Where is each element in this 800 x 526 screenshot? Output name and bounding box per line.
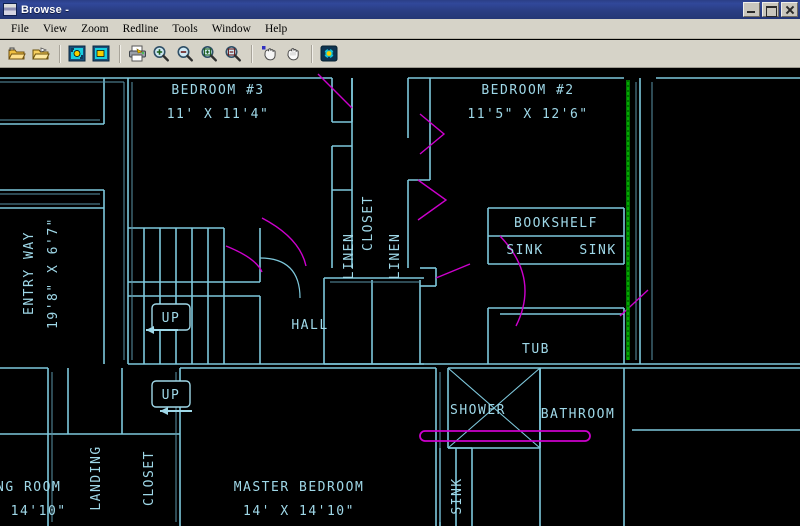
stair-up-label-bottom: UP xyxy=(162,388,181,403)
room-label-sink-left: SINK xyxy=(506,243,543,258)
open-folder-left-icon xyxy=(8,47,26,59)
room-label-sink-right: SINK xyxy=(579,243,616,258)
pan-button[interactable] xyxy=(282,43,304,65)
room-label-shower: SHOWER xyxy=(450,403,506,418)
hand-pan-icon xyxy=(287,48,299,61)
magnifier-minus-box-icon xyxy=(225,46,241,62)
room-label-linen-right: LINEN xyxy=(388,233,403,280)
menu-item-tools[interactable]: Tools xyxy=(165,21,204,37)
fit-window-icon xyxy=(68,45,86,62)
toolbar-separator-1 xyxy=(59,44,61,63)
magnifier-plus-icon xyxy=(153,46,169,62)
print-button[interactable] xyxy=(126,43,148,65)
window-controls xyxy=(743,2,798,17)
room-label-tub: TUB xyxy=(522,342,550,357)
menu-item-redline[interactable]: Redline xyxy=(116,21,166,37)
maximize-button[interactable] xyxy=(762,2,779,17)
room-label-landing: LANDING xyxy=(89,445,104,510)
toolbar-separator-4 xyxy=(311,44,313,63)
open-drawing-button[interactable] xyxy=(30,43,52,65)
floor-plan-drawing: UP UP BEDROOM #3 11' X 11'4" BEDROOM #2 … xyxy=(0,73,800,526)
room-label-hall: HALL xyxy=(291,318,328,333)
menu-item-help[interactable]: Help xyxy=(258,21,294,37)
wall-lines xyxy=(0,77,800,526)
pan-start-button[interactable] xyxy=(258,43,280,65)
zoom-window-button[interactable] xyxy=(90,43,112,65)
hand-pan-start-icon xyxy=(262,46,276,61)
toolbar xyxy=(0,40,800,68)
room-label-closet-upper: CLOSET xyxy=(361,195,376,251)
zoom-selection-button[interactable] xyxy=(198,43,220,65)
zoom-previous-button[interactable] xyxy=(222,43,244,65)
minimize-button[interactable] xyxy=(743,2,760,17)
zoom-extents-button[interactable] xyxy=(66,43,88,65)
room-label-linen-left: LINEN xyxy=(342,233,357,280)
redline-marks xyxy=(419,430,591,442)
room-label-bookshelf: BOOKSHELF xyxy=(514,216,598,231)
printer-icon xyxy=(128,45,146,62)
stair-up-label-top: UP xyxy=(162,311,181,326)
room-label-entry-way: ENTRY WAY xyxy=(22,231,37,315)
room-dims-living-room: X 14'10" xyxy=(0,504,67,519)
room-label-bedroom-3: BEDROOM #3 xyxy=(171,83,264,98)
open-folder-icon xyxy=(32,46,50,59)
room-label-bathroom: BATHROOM xyxy=(541,407,616,422)
room-label-master-bedroom: MASTER BEDROOM xyxy=(234,480,365,495)
menu-item-file[interactable]: File xyxy=(4,21,36,37)
menu-item-view[interactable]: View xyxy=(36,21,74,37)
zoom-out-button[interactable] xyxy=(174,43,196,65)
magnifier-minus-icon xyxy=(177,46,193,62)
toolbar-separator-2 xyxy=(119,44,121,63)
menu-item-window[interactable]: Window xyxy=(205,21,258,37)
room-label-closet-lower: CLOSET xyxy=(142,450,157,506)
stair-markers: UP UP xyxy=(146,303,192,415)
fit-page-icon xyxy=(92,45,110,62)
magnifier-plus-box-icon xyxy=(201,46,217,62)
room-label-living-room: NG ROOM xyxy=(0,480,61,495)
layer-button[interactable] xyxy=(318,43,340,65)
door-arcs xyxy=(259,257,301,299)
room-dims-master-bedroom: 14' X 14'10" xyxy=(243,504,355,519)
layers-color-icon xyxy=(320,45,338,62)
menu-bar: File View Zoom Redline Tools Window Help xyxy=(0,19,800,39)
toolbar-separator-3 xyxy=(251,44,253,63)
room-dims-bedroom-2: 11'5" X 12'6" xyxy=(467,107,588,122)
drawing-canvas[interactable]: UP UP BEDROOM #3 11' X 11'4" BEDROOM #2 … xyxy=(0,68,800,526)
window-title: Browse - xyxy=(21,3,70,16)
open-previous-drawing-button[interactable] xyxy=(6,43,28,65)
close-button[interactable] xyxy=(781,2,798,17)
title-bar: Browse - xyxy=(0,0,800,19)
room-dims-entry-way: 19'8" X 6'7" xyxy=(46,217,61,329)
menu-item-zoom[interactable]: Zoom xyxy=(74,21,115,37)
document-icon xyxy=(3,3,17,16)
room-dims-bedroom-3: 11' X 11'4" xyxy=(167,107,270,122)
zoom-in-button[interactable] xyxy=(150,43,172,65)
dwgsee-window: Browse - File View Zoom Redline Tools Wi… xyxy=(0,0,800,526)
room-label-bedroom-2: BEDROOM #2 xyxy=(481,83,574,98)
room-label-sink-vertical: SINK xyxy=(450,477,465,514)
